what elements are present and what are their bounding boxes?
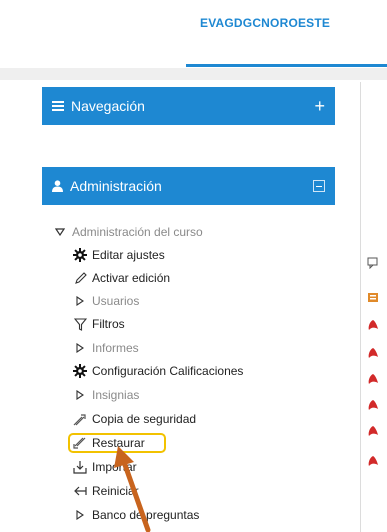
pencil-icon bbox=[72, 270, 88, 286]
top-navbar: EVAGDGCNOROESTE bbox=[0, 0, 387, 70]
navigation-block-title: Navegación bbox=[71, 98, 145, 114]
gear-icon bbox=[72, 247, 88, 263]
header-divider bbox=[0, 68, 387, 80]
menu-icon bbox=[52, 101, 64, 111]
triangle-down-icon bbox=[54, 224, 66, 240]
annotation-arrow bbox=[114, 446, 151, 532]
backup-icon bbox=[72, 411, 88, 427]
pdf-icon[interactable] bbox=[365, 397, 381, 413]
menu-item-editar-ajustes[interactable]: Editar ajustes bbox=[72, 245, 165, 265]
menu-item-informes[interactable]: Informes bbox=[72, 338, 139, 358]
menu-item-copia-de-seguridad[interactable]: Copia de seguridad bbox=[72, 409, 196, 429]
pdf-icon[interactable] bbox=[365, 371, 381, 387]
menu-item-usuarios[interactable]: Usuarios bbox=[72, 291, 139, 311]
reset-icon bbox=[72, 483, 88, 499]
pdf-icon[interactable] bbox=[365, 345, 381, 361]
triangle-right-icon bbox=[72, 387, 88, 403]
site-name-link[interactable]: EVAGDGCNOROESTE bbox=[200, 16, 330, 30]
triangle-right-icon bbox=[72, 293, 88, 309]
pdf-icon[interactable] bbox=[365, 453, 381, 469]
admin-block-title: Administración bbox=[70, 178, 162, 194]
course-admin-label: Administración del curso bbox=[72, 225, 203, 239]
gear-icon bbox=[72, 363, 88, 379]
user-icon bbox=[52, 180, 63, 192]
forum-icon[interactable] bbox=[365, 255, 381, 271]
pdf-icon[interactable] bbox=[365, 423, 381, 439]
triangle-right-icon bbox=[72, 507, 88, 523]
pdf-icon[interactable] bbox=[365, 317, 381, 333]
course-admin-node[interactable]: Administración del curso bbox=[54, 222, 203, 242]
filter-icon bbox=[72, 316, 88, 332]
menu-item-activar-edicion[interactable]: Activar edición bbox=[72, 268, 170, 288]
active-tab-underline bbox=[186, 64, 387, 67]
menu-item-configuracion-calificaciones[interactable]: Configuración Calificaciones bbox=[72, 361, 243, 381]
admin-block-header[interactable]: Administración bbox=[42, 167, 335, 205]
resource-icon[interactable] bbox=[365, 290, 381, 306]
collapse-admin-button[interactable] bbox=[313, 180, 325, 192]
expand-navigation-button[interactable]: + bbox=[314, 97, 325, 115]
menu-item-insignias[interactable]: Insignias bbox=[72, 385, 139, 405]
minus-icon bbox=[313, 180, 325, 192]
triangle-right-icon bbox=[72, 340, 88, 356]
navigation-block-header[interactable]: Navegación + bbox=[42, 87, 335, 125]
import-icon bbox=[72, 459, 88, 475]
menu-item-filtros[interactable]: Filtros bbox=[72, 314, 125, 334]
